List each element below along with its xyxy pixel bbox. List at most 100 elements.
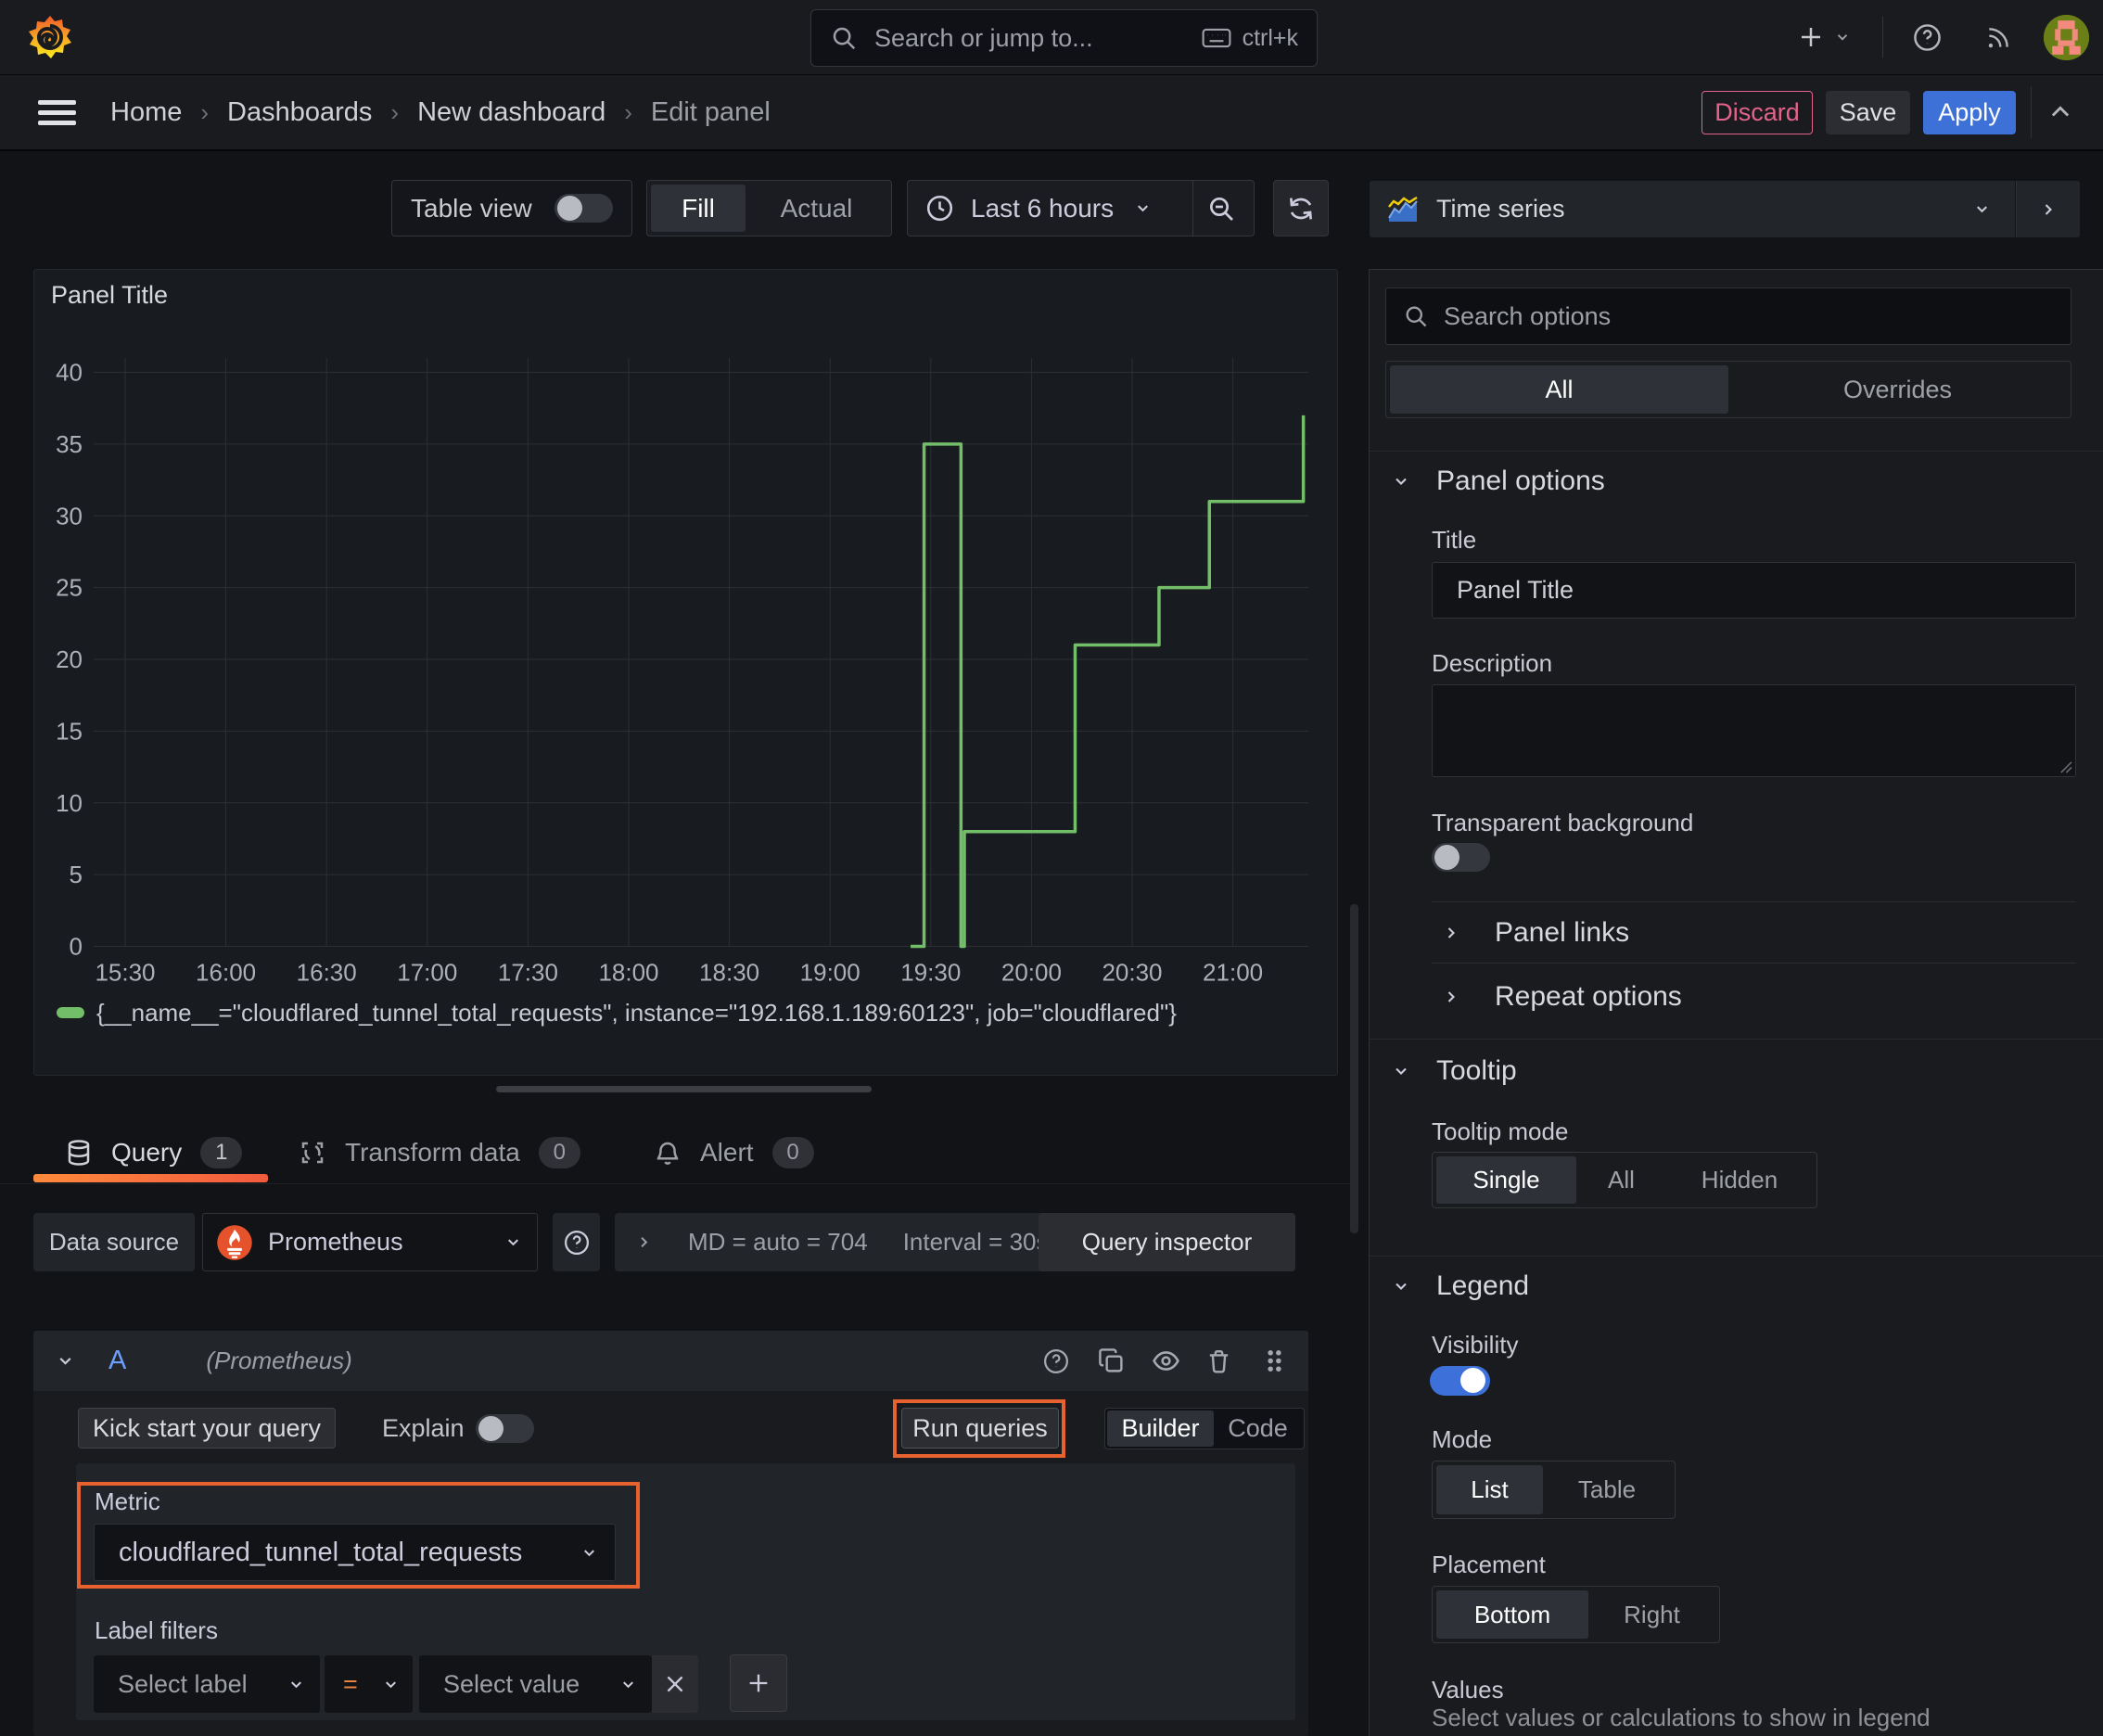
remove-filter-button[interactable] bbox=[652, 1655, 698, 1713]
tooltip-single-option[interactable]: Single bbox=[1436, 1156, 1576, 1204]
add-filter-button[interactable] bbox=[730, 1654, 787, 1712]
svg-text:21:00: 21:00 bbox=[1203, 959, 1263, 987]
news-icon[interactable] bbox=[1984, 22, 2014, 52]
eye-icon[interactable] bbox=[1152, 1347, 1180, 1375]
section-panel-options[interactable]: Panel options bbox=[1392, 466, 1605, 497]
title-input[interactable]: Panel Title bbox=[1432, 562, 2076, 619]
viz-expand-button[interactable] bbox=[2016, 181, 2080, 237]
query-ref[interactable]: A bbox=[108, 1346, 126, 1376]
description-label: Description bbox=[1432, 649, 1553, 677]
add-menu[interactable] bbox=[1797, 22, 1851, 52]
viz-picker[interactable]: Time series bbox=[1370, 181, 2015, 237]
chevron-right-icon bbox=[2039, 200, 2058, 219]
drag-grip-icon[interactable] bbox=[1263, 1347, 1286, 1374]
query-ds-hint: (Prometheus) bbox=[206, 1347, 352, 1374]
operator-dropdown[interactable]: = bbox=[325, 1655, 413, 1713]
avatar[interactable] bbox=[2044, 15, 2089, 60]
datasource-help-button[interactable] bbox=[553, 1213, 600, 1271]
time-divider bbox=[1192, 181, 1193, 236]
kickstart-button[interactable]: Kick start your query bbox=[78, 1408, 336, 1449]
divider bbox=[1432, 901, 2076, 902]
code-option[interactable]: Code bbox=[1214, 1410, 1302, 1447]
mode-list-option[interactable]: List bbox=[1436, 1465, 1543, 1514]
panel-options-title: Panel options bbox=[1436, 466, 1605, 496]
transparent-bg-toggle[interactable] bbox=[1432, 843, 1490, 872]
breadcrumb-new-dashboard[interactable]: New dashboard bbox=[417, 97, 605, 128]
svg-text:5: 5 bbox=[70, 861, 83, 888]
select-value-dropdown[interactable]: Select value bbox=[419, 1655, 652, 1713]
query-collapse-icon[interactable] bbox=[56, 1351, 75, 1371]
mode-table-option[interactable]: Table bbox=[1543, 1465, 1671, 1514]
metric-annotation bbox=[77, 1482, 640, 1589]
values-description: Select values or calculations to show in… bbox=[1432, 1704, 1931, 1731]
datasource-picker[interactable]: Prometheus bbox=[202, 1213, 538, 1271]
discard-button[interactable]: Discard bbox=[1702, 91, 1813, 134]
select-label-dropdown[interactable]: Select label bbox=[94, 1655, 320, 1713]
description-textarea[interactable] bbox=[1432, 684, 2076, 777]
visibility-toggle[interactable] bbox=[1430, 1366, 1490, 1396]
section-legend[interactable]: Legend bbox=[1392, 1270, 1529, 1302]
search-box[interactable]: Search or jump to... ctrl+k bbox=[810, 9, 1318, 67]
time-range-picker[interactable]: Last 6 hours bbox=[907, 180, 1255, 236]
refresh-icon bbox=[1286, 194, 1316, 223]
fill-option[interactable]: Fill bbox=[651, 185, 746, 232]
tab-transform[interactable]: Transform data 0 bbox=[299, 1129, 580, 1177]
help-icon[interactable] bbox=[1912, 22, 1943, 53]
placement-right-option[interactable]: Right bbox=[1588, 1590, 1715, 1639]
trash-icon[interactable] bbox=[1205, 1347, 1232, 1374]
breadcrumb-home[interactable]: Home bbox=[110, 97, 182, 128]
tab-overrides[interactable]: Overrides bbox=[1728, 365, 2067, 414]
tooltip-chevron-icon bbox=[1392, 1062, 1410, 1080]
svg-text:20:30: 20:30 bbox=[1102, 959, 1162, 987]
tab-all[interactable]: All bbox=[1390, 365, 1728, 414]
apply-button[interactable]: Apply bbox=[1923, 91, 2016, 134]
tab-alert[interactable]: Alert 0 bbox=[654, 1129, 814, 1177]
svg-text:20:00: 20:00 bbox=[1001, 959, 1062, 987]
section-panel-links[interactable]: Panel links bbox=[1442, 917, 1629, 949]
timeseries-viz-icon bbox=[1387, 196, 1419, 223]
query-stats[interactable]: MD = auto = 704 Interval = 30s bbox=[615, 1213, 1057, 1271]
refresh-button[interactable] bbox=[1273, 180, 1329, 236]
legend-series-name: {__name__="cloudflared_tunnel_total_requ… bbox=[96, 998, 1177, 1027]
svg-text:16:00: 16:00 bbox=[196, 959, 256, 987]
tab-transform-count: 0 bbox=[538, 1137, 580, 1168]
breadcrumb-sep: › bbox=[624, 97, 632, 126]
table-view-control[interactable]: Table view bbox=[391, 180, 632, 236]
collapse-icon[interactable] bbox=[2047, 99, 2073, 125]
nav-bar: Home › Dashboards › New dashboard › Edit… bbox=[0, 75, 2103, 151]
zoom-out-icon[interactable] bbox=[1206, 194, 1236, 223]
menu-icon[interactable] bbox=[38, 99, 76, 127]
fill-actual-group: Fill Actual bbox=[646, 180, 892, 236]
breadcrumb-dashboards[interactable]: Dashboards bbox=[227, 97, 372, 128]
tooltip-mode-group: Single All Hidden bbox=[1432, 1152, 1817, 1208]
tooltip-hidden-option[interactable]: Hidden bbox=[1666, 1156, 1813, 1204]
title-input-value: Panel Title bbox=[1457, 576, 1574, 604]
breadcrumb-sep: › bbox=[390, 97, 400, 126]
resize-handle-icon bbox=[2058, 760, 2072, 773]
duplicate-icon[interactable] bbox=[1098, 1347, 1125, 1374]
tab-query[interactable]: Query 1 bbox=[65, 1129, 243, 1177]
section-repeat-options[interactable]: Repeat options bbox=[1442, 981, 1682, 1013]
grafana-logo[interactable] bbox=[26, 13, 74, 61]
placement-bottom-option[interactable]: Bottom bbox=[1436, 1590, 1588, 1639]
builder-option[interactable]: Builder bbox=[1107, 1410, 1214, 1447]
svg-text:15: 15 bbox=[56, 717, 83, 745]
scrollbar-thumb[interactable] bbox=[1350, 904, 1358, 1233]
options-search[interactable]: Search options bbox=[1385, 287, 2071, 345]
query-help-icon[interactable] bbox=[1042, 1347, 1070, 1375]
explain-toggle[interactable] bbox=[476, 1414, 534, 1443]
select-value-placeholder: Select value bbox=[443, 1669, 580, 1698]
chart-legend[interactable]: {__name__="cloudflared_tunnel_total_requ… bbox=[57, 996, 1177, 1029]
actual-option[interactable]: Actual bbox=[746, 185, 887, 232]
tooltip-all-option[interactable]: All bbox=[1576, 1156, 1666, 1204]
pane-resize-handle[interactable] bbox=[496, 1086, 872, 1092]
tooltip-title: Tooltip bbox=[1436, 1055, 1517, 1086]
save-button[interactable]: Save bbox=[1826, 91, 1910, 134]
section-tooltip[interactable]: Tooltip bbox=[1392, 1055, 1517, 1087]
divider bbox=[1432, 963, 2076, 964]
query-inspector-button[interactable]: Query inspector bbox=[1039, 1213, 1295, 1271]
datasource-label: Data source bbox=[33, 1213, 195, 1271]
query-row-header[interactable]: A (Prometheus) bbox=[33, 1331, 1308, 1391]
clock-icon bbox=[925, 194, 954, 223]
table-view-toggle[interactable] bbox=[554, 194, 613, 223]
